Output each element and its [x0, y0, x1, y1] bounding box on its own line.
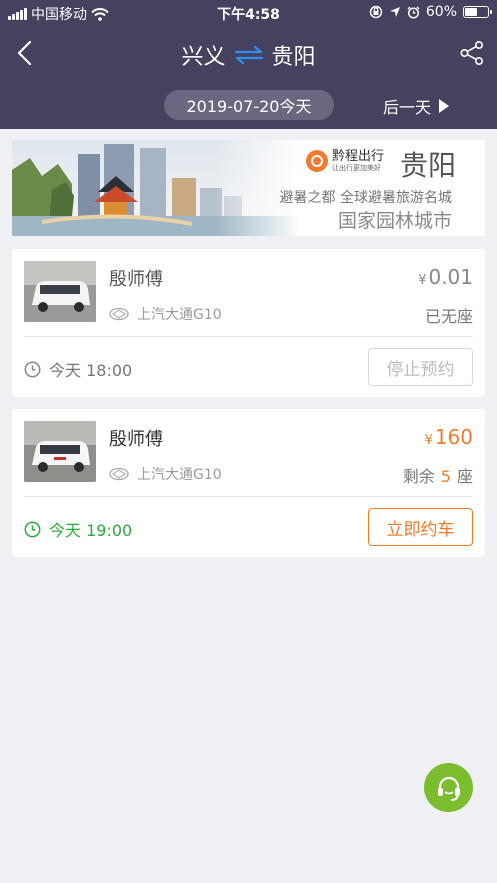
trip-card[interactable]: 殷师傅 ¥0.01 上汽大通G10 已无座 今天 18:00 停止预约	[12, 249, 485, 397]
saic-logo-icon	[109, 467, 129, 481]
trip-price: ¥160	[425, 425, 473, 449]
card-divider	[24, 496, 473, 497]
departure-time-label: 今天 19:00	[49, 521, 133, 540]
location-icon	[389, 7, 400, 17]
brand-logo: 黔程出行 让出行更加美好	[306, 150, 384, 172]
price-value: 0.01	[428, 265, 473, 289]
brand-name: 黔程出行	[332, 149, 385, 164]
clock-icon	[24, 521, 41, 537]
city-skyline-image	[12, 140, 302, 236]
vehicle-model: 上汽大通G10	[109, 304, 222, 324]
header: 中国移动 下午4:58 60% 兴义 贵阳 2019-07-20今天 后一天	[0, 0, 497, 129]
brand-text: 黔程出行 让出行更加美好	[332, 150, 384, 172]
clock-icon	[24, 361, 41, 377]
driver-name: 殷师傅	[109, 269, 163, 290]
brand-tagline: 让出行更加美好	[332, 164, 381, 172]
vehicle-photo	[24, 421, 96, 482]
seats-prefix: 剩余	[402, 467, 435, 486]
headset-icon	[437, 776, 460, 801]
trip-card[interactable]: 殷师傅 ¥160 上汽大通G10 剩余 5 座 今天 19:00 立即约车	[12, 409, 485, 557]
driver-name: 殷师傅	[109, 429, 163, 450]
battery-percent: 60%	[425, 4, 457, 20]
currency-symbol: ¥	[424, 433, 433, 448]
vehicle-model-label: 上汽大通G10	[137, 307, 222, 323]
status-bar: 中国移动 下午4:58 60%	[0, 0, 497, 26]
vehicle-model-label: 上汽大通G10	[137, 467, 222, 483]
swap-arrows-icon[interactable]	[234, 46, 264, 64]
battery-fill	[465, 8, 478, 16]
vehicle-model: 上汽大通G10	[109, 464, 222, 484]
card-divider	[24, 336, 473, 337]
route-title: 兴义 贵阳	[0, 39, 497, 71]
trip-price: ¥0.01	[418, 265, 473, 289]
date-selector[interactable]: 2019-07-20今天	[164, 90, 334, 120]
brand-mark-icon	[306, 150, 328, 172]
seats-count: 5	[440, 467, 451, 486]
banner-slogan-2: 国家园林城市	[337, 210, 452, 232]
currency-symbol: ¥	[418, 273, 427, 288]
next-arrow-icon	[439, 99, 450, 113]
orientation-lock-icon	[369, 5, 383, 19]
departure-time-label: 今天 18:00	[49, 361, 133, 380]
next-day-button[interactable]: 后一天	[383, 94, 450, 118]
banner-slogan-1: 避暑之都 全球避暑旅游名城	[279, 190, 452, 206]
stop-booking-button[interactable]: 停止预约	[368, 348, 473, 386]
share-icon[interactable]	[459, 40, 485, 66]
status-right: 60%	[369, 4, 492, 20]
destination-city: 贵阳	[271, 45, 316, 70]
seats-suffix: 座	[456, 467, 473, 486]
customer-service-button[interactable]	[424, 763, 473, 812]
saic-logo-icon	[109, 307, 129, 321]
seat-status: 剩余 5 座	[403, 463, 473, 487]
origin-city: 兴义	[181, 45, 226, 70]
price-value: 160	[434, 425, 473, 449]
book-now-button[interactable]: 立即约车	[368, 508, 473, 546]
battery-icon	[463, 6, 492, 18]
vehicle-photo	[24, 261, 96, 322]
departure-time: 今天 19:00	[24, 517, 132, 541]
next-day-label: 后一天	[383, 98, 432, 117]
promo-banner[interactable]: 黔程出行 让出行更加美好 贵阳 避暑之都 全球避暑旅游名城 国家园林城市	[12, 140, 485, 236]
banner-city: 贵阳	[400, 149, 457, 182]
departure-time: 今天 18:00	[24, 357, 132, 381]
seat-status: 已无座	[424, 307, 473, 326]
alarm-icon	[407, 5, 420, 19]
